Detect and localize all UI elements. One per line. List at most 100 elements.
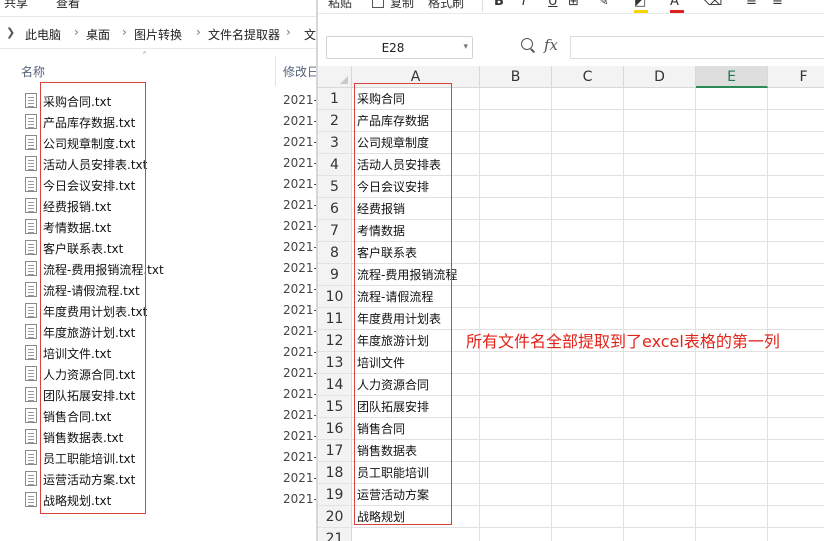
row-header[interactable]: 3	[318, 132, 352, 154]
file-list-item[interactable]: 公司规章制度.txt 2021-	[0, 132, 318, 153]
cell-a8[interactable]: 客户联系表	[357, 242, 417, 264]
cell-a4[interactable]: 活动人员安排表	[357, 154, 441, 176]
cell-a2[interactable]: 产品库存数据	[357, 110, 429, 132]
row-header[interactable]: 15	[318, 396, 352, 418]
file-list-item[interactable]: 员工职能培训.txt 2021-	[0, 447, 318, 468]
align-left-icon[interactable]: ≡	[746, 0, 757, 9]
row-header[interactable]: 5	[318, 176, 352, 198]
cell-a11[interactable]: 年度费用计划表	[357, 308, 441, 330]
file-list-item[interactable]: 客户联系表.txt 2021-	[0, 237, 318, 258]
underline-button[interactable]: U	[548, 0, 558, 9]
breadcrumb-desktop[interactable]: 桌面	[86, 26, 110, 43]
cell-a1[interactable]: 采购合同	[357, 88, 405, 110]
cell-a9[interactable]: 流程-费用报销流程	[357, 264, 457, 286]
row-header[interactable]: 8	[318, 242, 352, 264]
file-list-item[interactable]: 人力资源合同.txt 2021-	[0, 363, 318, 384]
eraser-icon[interactable]: ⌫	[704, 0, 722, 9]
cell-a18[interactable]: 员工职能培训	[357, 462, 429, 484]
cell-a20[interactable]: 战略规划	[357, 506, 405, 528]
copy-icon[interactable]	[372, 0, 384, 8]
row-header[interactable]: 10	[318, 286, 352, 308]
select-all-corner[interactable]	[318, 66, 352, 88]
file-list-item[interactable]: 活动人员安排表.txt 2021-	[0, 153, 318, 174]
cell-a6[interactable]: 经费报销	[357, 198, 405, 220]
copy-button[interactable]: 复制	[390, 0, 414, 11]
row-header[interactable]: 12	[318, 330, 352, 352]
column-header-b[interactable]: B	[480, 66, 552, 88]
bold-button[interactable]: B	[494, 0, 504, 9]
column-header-f[interactable]: F	[768, 66, 824, 88]
file-list-item[interactable]: 团队拓展安排.txt 2021-	[0, 384, 318, 405]
file-list-item[interactable]: 流程-费用报销流程.txt 2021-	[0, 258, 318, 279]
chevron-right-icon[interactable]: ›	[286, 25, 291, 39]
border-icon[interactable]: ⊞	[568, 0, 579, 9]
row-header[interactable]: 18	[318, 462, 352, 484]
column-header-a[interactable]: A	[352, 66, 480, 88]
row-header[interactable]: 20	[318, 506, 352, 528]
file-list-item[interactable]: 流程-请假流程.txt 2021-	[0, 279, 318, 300]
cell-a14[interactable]: 人力资源合同	[357, 374, 429, 396]
column-header-date-modified[interactable]: 修改日	[283, 63, 318, 80]
cell-a16[interactable]: 销售合同	[357, 418, 405, 440]
cell-a7[interactable]: 考情数据	[357, 220, 405, 242]
cell-a3[interactable]: 公司规章制度	[357, 132, 429, 154]
file-list-item[interactable]: 年度费用计划表.txt 2021-	[0, 300, 318, 321]
name-box[interactable]: E28 ▾	[326, 36, 473, 59]
row-header[interactable]: 1	[318, 88, 352, 110]
chevron-right-icon[interactable]: ❯	[6, 26, 15, 39]
formula-input[interactable]	[570, 36, 824, 59]
address-bar[interactable]: ❯ 此电脑 › 桌面 › 图片转换 › 文件名提取器 › 文	[0, 22, 318, 46]
row-header[interactable]: 2	[318, 110, 352, 132]
column-header-name[interactable]: 名称	[21, 63, 45, 80]
fill-color-icon[interactable]: ◩	[634, 0, 646, 9]
row-header[interactable]: 9	[318, 264, 352, 286]
column-header-c[interactable]: C	[552, 66, 624, 88]
file-list-item[interactable]: 今日会议安排.txt 2021-	[0, 174, 318, 195]
file-list-item[interactable]: 培训文件.txt 2021-	[0, 342, 318, 363]
cell-a17[interactable]: 销售数据表	[357, 440, 417, 462]
file-list-item[interactable]: 考情数据.txt 2021-	[0, 216, 318, 237]
row-header[interactable]: 11	[318, 308, 352, 330]
file-list-item[interactable]: 采购合同.txt 2021-	[0, 90, 318, 111]
cell-a15[interactable]: 团队拓展安排	[357, 396, 429, 418]
cell-a10[interactable]: 流程-请假流程	[357, 286, 433, 308]
row-header[interactable]: 4	[318, 154, 352, 176]
file-list-item[interactable]: 战略规划.txt 2021-	[0, 489, 318, 510]
row-header[interactable]: 19	[318, 484, 352, 506]
file-list-item[interactable]: 销售数据表.txt 2021-	[0, 426, 318, 447]
file-list-item[interactable]: 年度旅游计划.txt 2021-	[0, 321, 318, 342]
italic-button[interactable]: I	[522, 0, 526, 9]
row-header[interactable]: 14	[318, 374, 352, 396]
chevron-right-icon[interactable]: ›	[196, 25, 201, 39]
brush-icon[interactable]: ✎	[598, 0, 609, 9]
chevron-right-icon[interactable]: ›	[74, 25, 79, 39]
chevron-down-icon[interactable]: ▾	[463, 42, 468, 52]
column-header-e[interactable]: E	[696, 66, 768, 88]
chevron-right-icon[interactable]: ›	[122, 25, 127, 39]
align-center-icon[interactable]: ≡	[772, 0, 783, 9]
cell-a13[interactable]: 培训文件	[357, 352, 405, 374]
file-list-item[interactable]: 产品库存数据.txt 2021-	[0, 111, 318, 132]
file-list-item[interactable]: 销售合同.txt 2021-	[0, 405, 318, 426]
row-header[interactable]: 6	[318, 198, 352, 220]
format-painter-button[interactable]: 格式刷	[428, 0, 464, 11]
cell-a12[interactable]: 年度旅游计划	[357, 330, 429, 352]
column-header-d[interactable]: D	[624, 66, 696, 88]
cell-a19[interactable]: 运营活动方案	[357, 484, 429, 506]
breadcrumb-filename-extractor[interactable]: 文件名提取器	[208, 26, 280, 43]
breadcrumb-this-pc[interactable]: 此电脑	[25, 26, 61, 43]
file-list-item[interactable]: 运营活动方案.txt 2021-	[0, 468, 318, 489]
file-list-item[interactable]: 经费报销.txt 2021-	[0, 195, 318, 216]
tab-view[interactable]: 查看	[56, 0, 80, 11]
column-resize-handle[interactable]	[275, 56, 276, 86]
function-icon[interactable]: fx	[544, 36, 558, 54]
cell-a5[interactable]: 今日会议安排	[357, 176, 429, 198]
font-color-icon[interactable]: A	[670, 0, 679, 9]
breadcrumb-image-convert[interactable]: 图片转换	[134, 26, 182, 43]
row-header[interactable]: 16	[318, 418, 352, 440]
row-header[interactable]: 21	[318, 528, 352, 541]
search-icon[interactable]	[520, 37, 536, 55]
row-header[interactable]: 7	[318, 220, 352, 242]
row-header[interactable]: 13	[318, 352, 352, 374]
row-header[interactable]: 17	[318, 440, 352, 462]
